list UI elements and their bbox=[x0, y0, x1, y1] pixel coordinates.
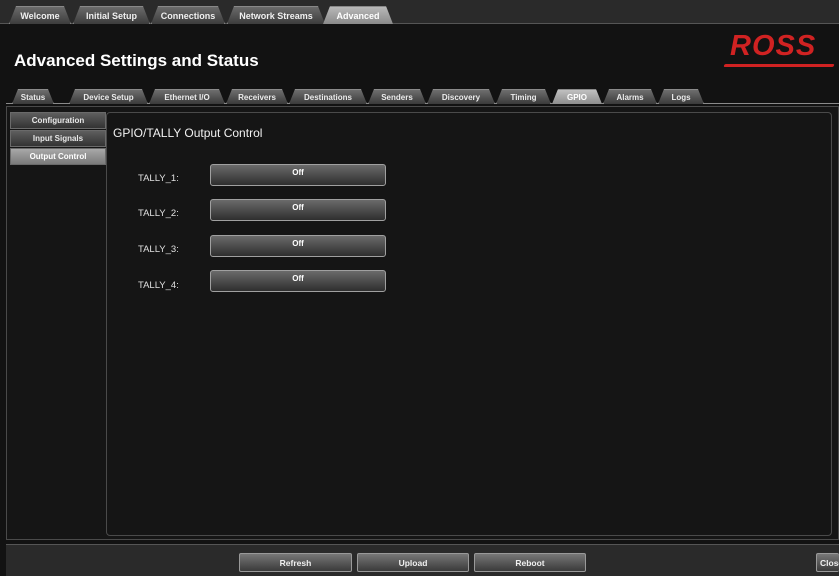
logo-swoosh bbox=[723, 64, 835, 67]
tab-gpio[interactable]: GPIO bbox=[552, 89, 602, 104]
tally-4-toggle-button[interactable]: Off bbox=[210, 270, 386, 292]
tally-2-label: TALLY_2: bbox=[138, 208, 179, 219]
tab-welcome[interactable]: Welcome bbox=[9, 6, 71, 24]
tally-2-toggle-button[interactable]: Off bbox=[210, 199, 386, 221]
tab-senders[interactable]: Senders bbox=[368, 89, 426, 104]
tab-ethernet-io[interactable]: Ethernet I/O bbox=[149, 89, 225, 104]
tally-4-label: TALLY_4: bbox=[138, 280, 179, 291]
tab-advanced[interactable]: Advanced bbox=[323, 6, 393, 24]
tab-device-setup[interactable]: Device Setup bbox=[69, 89, 148, 104]
tally-3-toggle-button[interactable]: Off bbox=[210, 235, 386, 257]
tab-destinations[interactable]: Destinations bbox=[289, 89, 367, 104]
tab-discovery[interactable]: Discovery bbox=[427, 89, 495, 104]
close-button[interactable]: Close bbox=[816, 553, 839, 572]
section-title: GPIO/TALLY Output Control bbox=[113, 126, 263, 140]
tab-alarms[interactable]: Alarms bbox=[603, 89, 657, 104]
tab-connections[interactable]: Connections bbox=[151, 6, 225, 24]
side-item-configuration[interactable]: Configuration bbox=[10, 112, 106, 129]
tally-3-label: TALLY_3: bbox=[138, 244, 179, 255]
page-title: Advanced Settings and Status bbox=[14, 51, 259, 70]
sub-tab-bar: Status Device Setup Ethernet I/O Receive… bbox=[6, 86, 839, 104]
tab-initial-setup[interactable]: Initial Setup bbox=[73, 6, 150, 24]
refresh-button[interactable]: Refresh bbox=[239, 553, 352, 572]
reboot-button[interactable]: Reboot bbox=[474, 553, 586, 572]
ross-logo: ROSS bbox=[723, 30, 839, 72]
side-item-output-control[interactable]: Output Control bbox=[10, 148, 106, 165]
tally-1-label: TALLY_1: bbox=[138, 173, 179, 184]
tally-1-toggle-button[interactable]: Off bbox=[210, 164, 386, 186]
tab-network-streams[interactable]: Network Streams bbox=[227, 6, 325, 24]
logo-text: ROSS bbox=[730, 30, 817, 62]
tab-status[interactable]: Status bbox=[12, 89, 54, 104]
tab-logs[interactable]: Logs bbox=[658, 89, 704, 104]
top-tab-bar: Welcome Initial Setup Connections Networ… bbox=[0, 0, 839, 24]
upload-button[interactable]: Upload bbox=[357, 553, 469, 572]
tab-receivers[interactable]: Receivers bbox=[226, 89, 288, 104]
side-item-input-signals[interactable]: Input Signals bbox=[10, 130, 106, 147]
tab-timing[interactable]: Timing bbox=[496, 89, 551, 104]
